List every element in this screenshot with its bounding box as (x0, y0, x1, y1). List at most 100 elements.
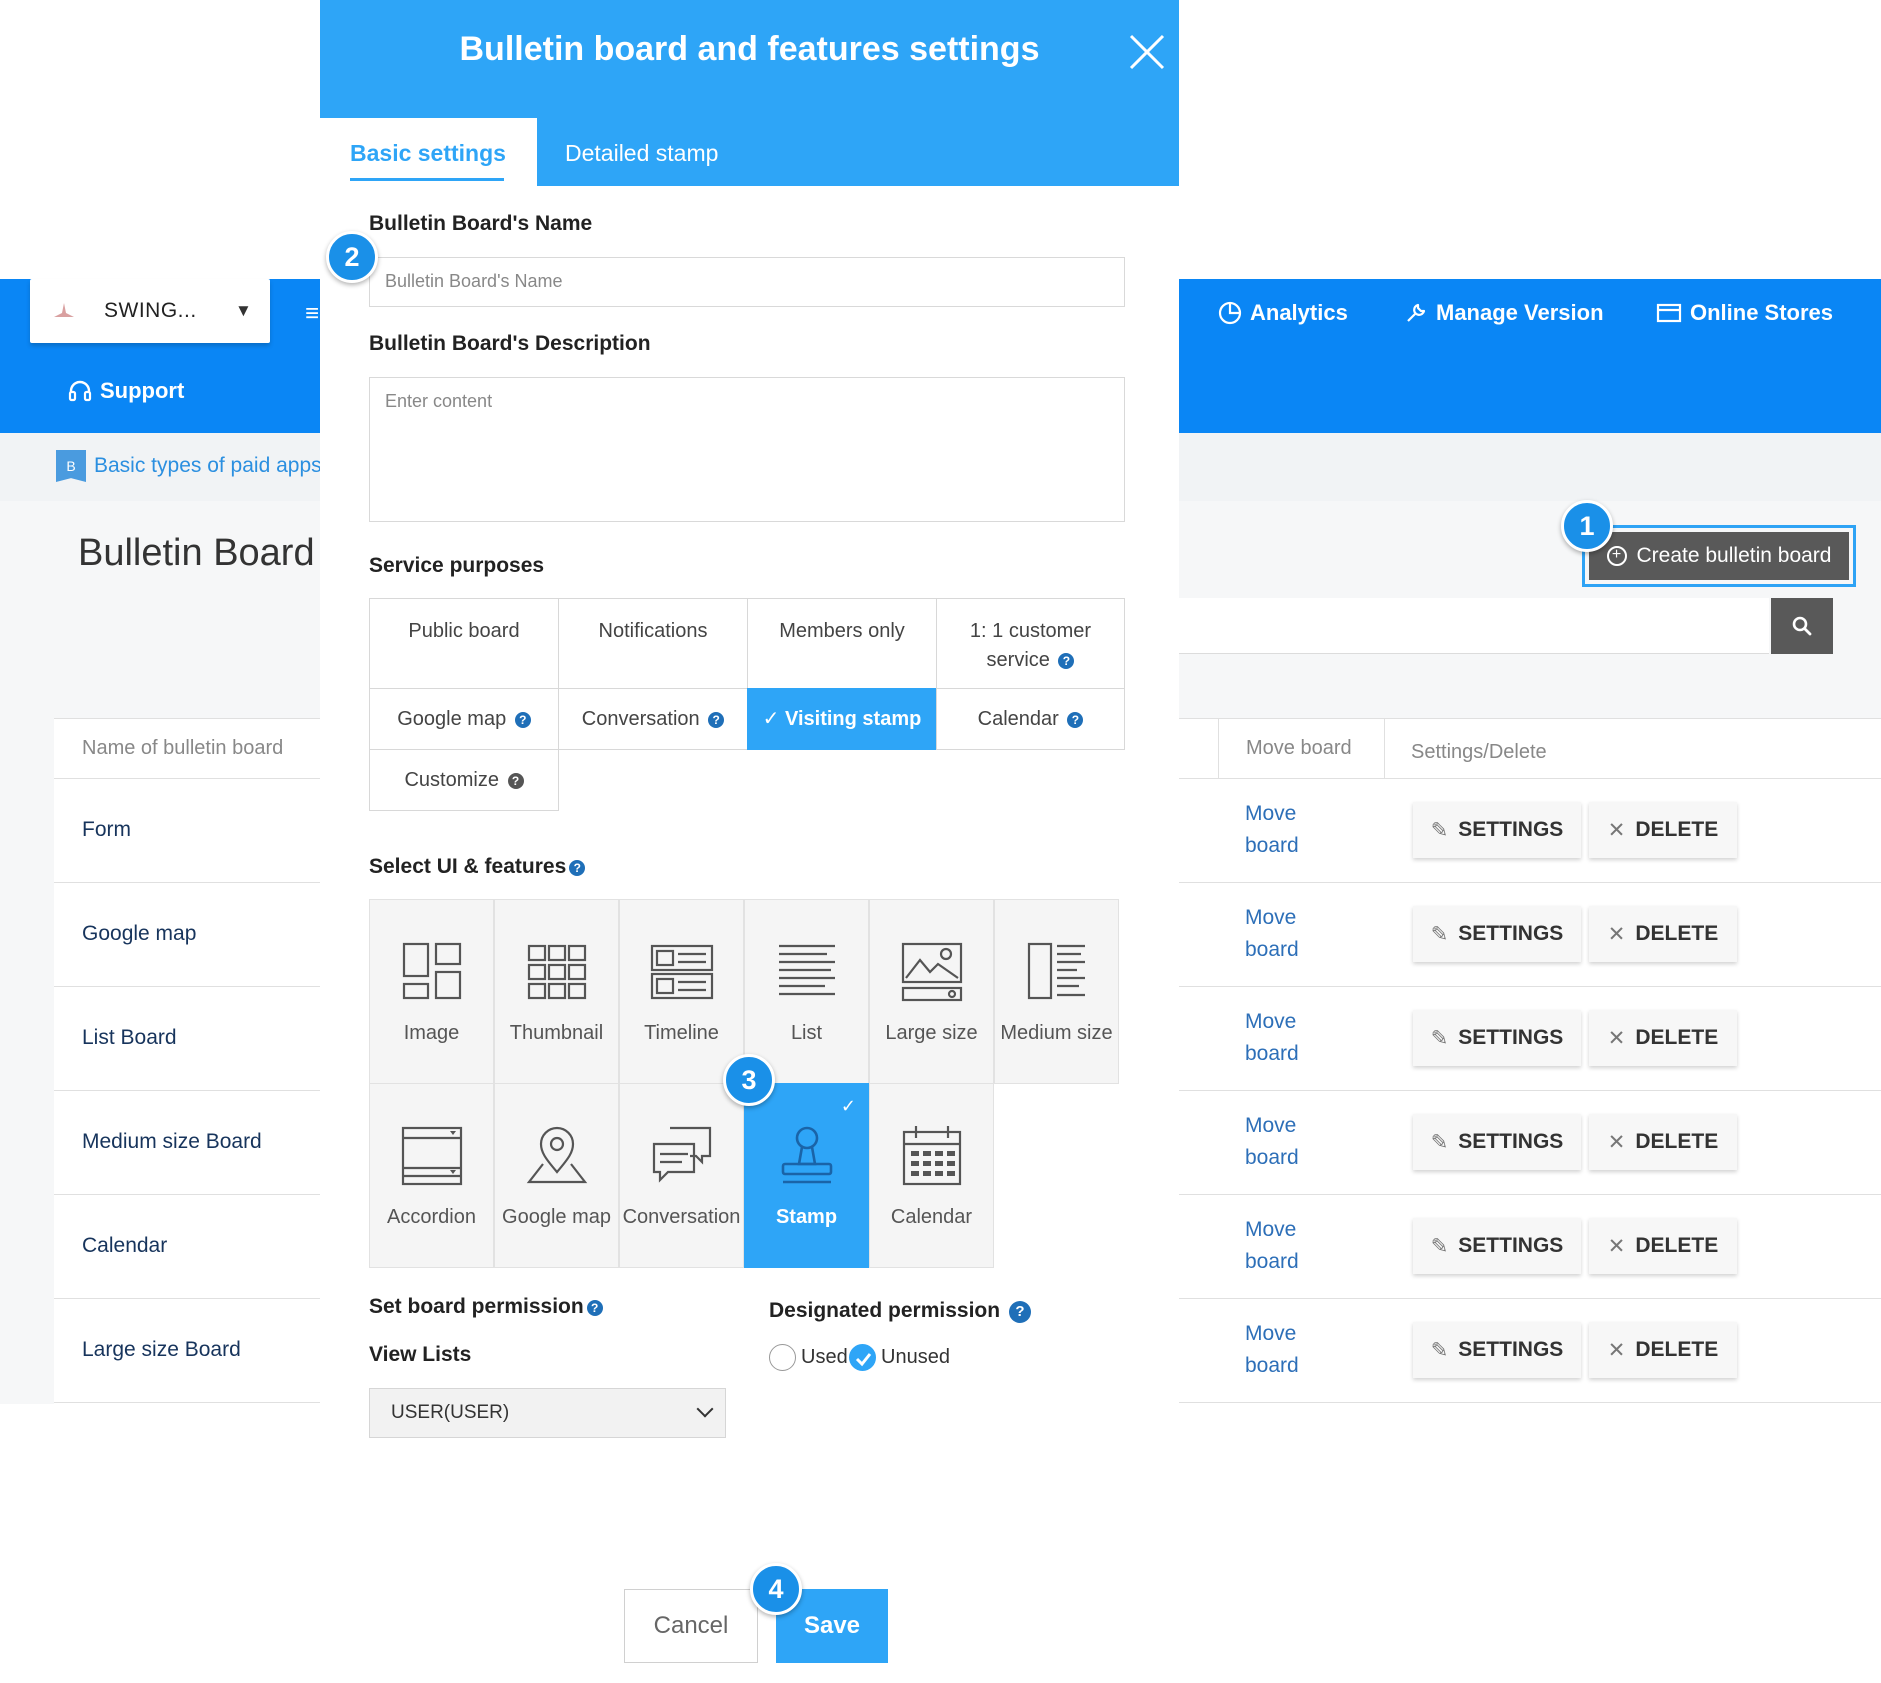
settings-button[interactable]: ✎ SETTINGS (1413, 1218, 1581, 1274)
settings-button[interactable]: ✎ SETTINGS (1413, 1010, 1581, 1066)
service-members-only[interactable]: Members only (747, 598, 937, 689)
menu-icon[interactable]: ≡ (305, 300, 319, 328)
calendar-icon (902, 1126, 962, 1186)
app-selector[interactable]: SWING... ▼ (30, 279, 270, 343)
service-notifications[interactable]: Notifications (558, 598, 748, 689)
feature-google-map[interactable]: Google map (494, 1083, 619, 1268)
service-public-board-label: Public board (408, 620, 520, 642)
service-public-board[interactable]: Public board (369, 598, 559, 689)
breadcrumb[interactable]: B Basic types of paid apps (56, 450, 322, 482)
stamp-icon (781, 1126, 833, 1184)
help-icon[interactable]: ? (708, 711, 725, 728)
feature-accordion[interactable]: Accordion (369, 1083, 494, 1268)
delete-button[interactable]: ✕ DELETE (1589, 1218, 1737, 1274)
delete-label: DELETE (1635, 922, 1719, 945)
move-board-line2: board (1245, 1250, 1299, 1273)
delete-button[interactable]: ✕ DELETE (1589, 802, 1737, 858)
move-board-link[interactable]: Move board (1245, 1318, 1299, 1382)
help-icon[interactable]: ? (1067, 711, 1084, 728)
help-icon[interactable]: ? (586, 1300, 603, 1316)
move-board-line1: Move (1245, 802, 1297, 825)
move-board-link[interactable]: Move board (1245, 1214, 1299, 1278)
table-row-name[interactable]: Form (82, 818, 131, 842)
app-selector-name: SWING... (104, 299, 197, 322)
create-bulletin-board-button[interactable]: + Create bulletin board (1589, 532, 1849, 580)
feature-timeline[interactable]: Timeline (619, 899, 744, 1084)
pencil-icon: ✎ (1430, 1234, 1449, 1258)
delete-button[interactable]: ✕ DELETE (1589, 906, 1737, 962)
delete-button[interactable]: ✕ DELETE (1589, 1114, 1737, 1170)
move-board-link[interactable]: Move board (1245, 1006, 1299, 1070)
feature-conversation[interactable]: Conversation (619, 1083, 744, 1268)
settings-button[interactable]: ✎ SETTINGS (1413, 1322, 1581, 1378)
service-calendar[interactable]: Calendar ? (936, 688, 1125, 750)
nav-analytics-label: Analytics (1250, 300, 1348, 325)
help-icon[interactable]: ? (1058, 653, 1075, 669)
service-customize-label: Customize (404, 768, 499, 791)
search-input[interactable] (1179, 598, 1769, 654)
help-icon[interactable]: ? (514, 711, 531, 728)
close-icon[interactable] (1125, 30, 1169, 74)
feature-stamp[interactable]: ✓ Stamp (744, 1083, 869, 1268)
settings-button[interactable]: ✎ SETTINGS (1413, 906, 1581, 962)
radio-unused-label: Unused (881, 1346, 950, 1368)
help-icon[interactable]: ? (1008, 1301, 1031, 1323)
table-row-name[interactable]: Google map (82, 922, 196, 946)
tab-basic-settings[interactable]: Basic settings (320, 118, 537, 186)
radio-used[interactable] (769, 1344, 796, 1371)
feature-medium-size[interactable]: Medium size (994, 899, 1119, 1084)
feature-image[interactable]: Image (369, 899, 494, 1084)
move-board-link[interactable]: Move board (1245, 798, 1299, 862)
delete-label: DELETE (1635, 818, 1719, 841)
nav-online-stores[interactable]: Online Stores (1656, 300, 1833, 326)
app-logo-icon (54, 303, 74, 317)
settings-button[interactable]: ✎ SETTINGS (1413, 802, 1581, 858)
nav-support[interactable]: Support (68, 378, 184, 404)
board-description-textarea[interactable]: Enter content (369, 377, 1125, 522)
feature-image-label: Image (403, 1022, 460, 1044)
chevron-down-icon (696, 1400, 714, 1418)
feature-thumbnail[interactable]: Thumbnail (494, 899, 619, 1084)
feature-list[interactable]: List (744, 899, 869, 1084)
board-permission-label: Set board permission? (369, 1295, 603, 1319)
search-button[interactable] (1771, 598, 1833, 654)
close-icon: ✕ (1607, 1338, 1626, 1362)
service-customer-line1: 1: 1 customer (969, 620, 1092, 642)
cancel-button[interactable]: Cancel (624, 1589, 758, 1663)
service-conversation[interactable]: Conversation ? (558, 688, 748, 750)
chat-bubbles-icon (652, 1126, 712, 1183)
feature-large-size[interactable]: Large size (869, 899, 994, 1084)
tab-detailed-stamp[interactable]: Detailed stamp (565, 140, 718, 167)
radio-unused[interactable] (849, 1344, 876, 1371)
feature-calendar[interactable]: Calendar (869, 1083, 994, 1268)
feature-list-label: List (790, 1022, 823, 1044)
delete-button[interactable]: ✕ DELETE (1589, 1010, 1737, 1066)
settings-button[interactable]: ✎ SETTINGS (1413, 1114, 1581, 1170)
service-google-map[interactable]: Google map ? (369, 688, 559, 750)
nav-manage-version[interactable]: Manage Version (1404, 300, 1604, 326)
nav-analytics[interactable]: Analytics (1218, 300, 1348, 326)
settings-label: SETTINGS (1458, 818, 1564, 841)
column-divider (1218, 718, 1219, 778)
service-visiting-stamp[interactable]: ✓ Visiting stamp (747, 688, 937, 750)
settings-label: SETTINGS (1458, 922, 1564, 945)
table-row-name[interactable]: List Board (82, 1026, 177, 1050)
table-row-name[interactable]: Calendar (82, 1234, 167, 1258)
move-board-line2: board (1245, 938, 1299, 961)
help-icon[interactable]: ? (569, 860, 586, 876)
service-customer-service[interactable]: 1: 1 customer service ? (936, 598, 1125, 689)
modal-title: Bulletin board and features settings (459, 30, 1040, 68)
nav-support-label: Support (100, 378, 185, 403)
close-icon: ✕ (1607, 1234, 1626, 1258)
table-row-name[interactable]: Large size Board (82, 1338, 241, 1362)
board-name-input[interactable]: Bulletin Board's Name (369, 257, 1125, 307)
help-icon[interactable]: ? (507, 772, 524, 789)
pie-chart-icon (1218, 301, 1242, 325)
view-lists-select[interactable]: USER(USER) (369, 1388, 726, 1438)
move-board-link[interactable]: Move board (1245, 902, 1299, 966)
service-customize[interactable]: Customize ? (369, 749, 559, 811)
close-icon: ✕ (1607, 922, 1626, 946)
delete-button[interactable]: ✕ DELETE (1589, 1322, 1737, 1378)
move-board-link[interactable]: Move board (1245, 1110, 1299, 1174)
table-row-name[interactable]: Medium size Board (82, 1130, 262, 1154)
